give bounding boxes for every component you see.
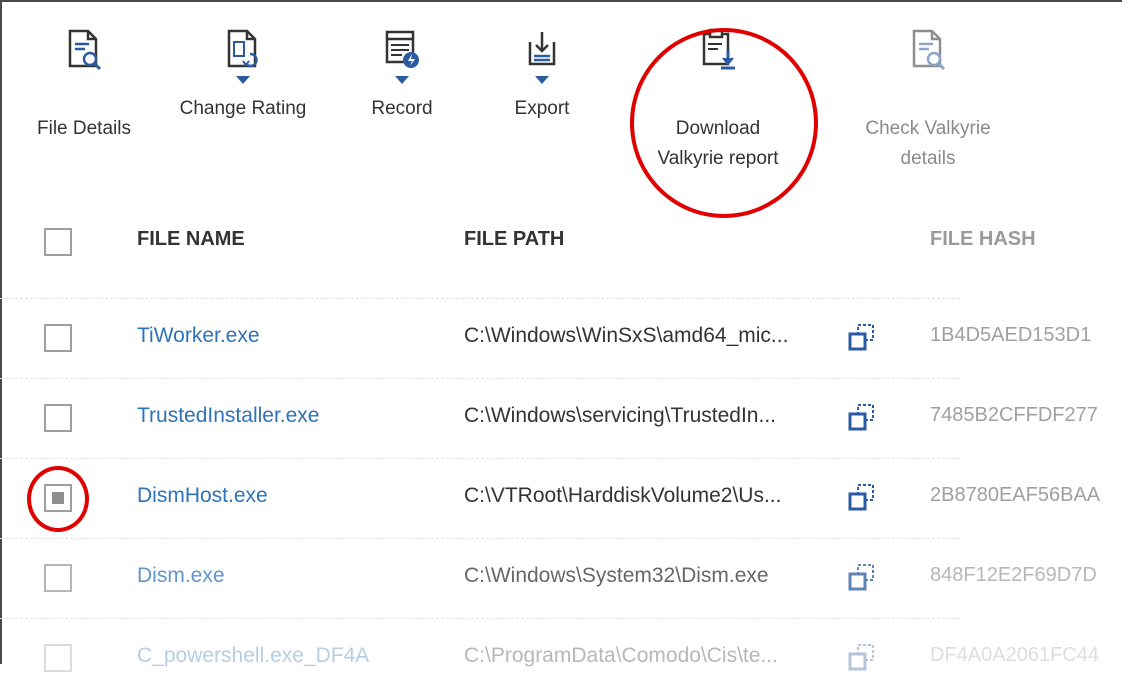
row-checkbox[interactable] [44, 404, 72, 432]
table-row[interactable]: Dism.exe C:\Windows\System32\Dism.exe 84… [0, 538, 1122, 618]
file-path-text: C:\Windows\servicing\TrustedIn... [464, 404, 776, 427]
file-hash-text: 7485B2CFFDF277 [930, 404, 1098, 426]
column-header-file-hash[interactable]: FILE HASH [930, 228, 1036, 251]
export-button[interactable]: Export [502, 28, 582, 124]
table-row[interactable]: C_powershell.exe_DF4A C:\ProgramData\Com… [0, 618, 1122, 698]
check-label-line2: details [900, 148, 956, 169]
check-label-line1: Check Valkyrie [865, 118, 991, 139]
table-row[interactable]: DismHost.exe C:\VTRoot\HarddiskVolume2\U… [0, 458, 1122, 538]
change-rating-button[interactable]: Change Rating [168, 28, 318, 124]
record-button[interactable]: Record [362, 28, 442, 124]
copy-icon[interactable] [845, 320, 879, 354]
file-hash-text: 2B8780EAF56BAA [930, 484, 1101, 506]
file-details-icon [26, 28, 142, 88]
copy-icon[interactable] [845, 560, 879, 594]
file-name-link[interactable]: TrustedInstaller.exe [137, 404, 319, 428]
file-details-label: File Details [37, 118, 131, 139]
table-row[interactable]: TrustedInstaller.exe C:\Windows\servicin… [0, 378, 1122, 458]
copy-icon[interactable] [845, 480, 879, 514]
chevron-down-icon [395, 76, 409, 84]
file-name-link[interactable]: C_powershell.exe_DF4A [137, 644, 369, 668]
check-valkyrie-icon [848, 28, 1008, 88]
file-name-link[interactable]: TiWorker.exe [137, 324, 260, 348]
column-header-file-path[interactable]: FILE PATH [464, 228, 564, 251]
chevron-down-icon [236, 76, 250, 84]
file-path-text: C:\Windows\WinSxS\amd64_mic... [464, 324, 789, 347]
export-icon [502, 28, 582, 72]
file-hash-text: 1B4D5AED153D1 [930, 324, 1092, 346]
change-rating-label: Change Rating [179, 98, 307, 119]
row-checkbox[interactable] [44, 324, 72, 352]
file-path-text: C:\Windows\System32\Dism.exe [464, 564, 769, 587]
file-name-link[interactable]: DismHost.exe [137, 484, 268, 508]
file-path-text: C:\ProgramData\Comodo\Cis\te... [464, 644, 778, 667]
check-valkyrie-details-button[interactable]: Check Valkyrie details [848, 28, 1008, 174]
copy-icon[interactable] [845, 400, 879, 434]
select-all-checkbox[interactable] [44, 228, 72, 256]
copy-icon[interactable] [845, 640, 879, 674]
table-row[interactable]: TiWorker.exe C:\Windows\WinSxS\amd64_mic… [0, 298, 1122, 378]
export-label: Export [514, 98, 570, 119]
row-checkbox[interactable] [44, 644, 72, 672]
file-hash-text: 848F12E2F69D7D [930, 564, 1097, 586]
file-details-button[interactable]: File Details [26, 28, 142, 144]
annotation-circle-checkbox [27, 466, 89, 532]
annotation-circle-download [630, 28, 818, 218]
file-name-link[interactable]: Dism.exe [137, 564, 225, 588]
chevron-down-icon [535, 76, 549, 84]
record-icon [362, 28, 442, 72]
record-label: Record [371, 98, 433, 119]
column-header-file-name[interactable]: FILE NAME [137, 228, 245, 251]
row-checkbox[interactable] [44, 564, 72, 592]
change-rating-icon [168, 28, 318, 72]
window-frame-top [0, 0, 1122, 2]
file-path-text: C:\VTRoot\HarddiskVolume2\Us... [464, 484, 782, 507]
